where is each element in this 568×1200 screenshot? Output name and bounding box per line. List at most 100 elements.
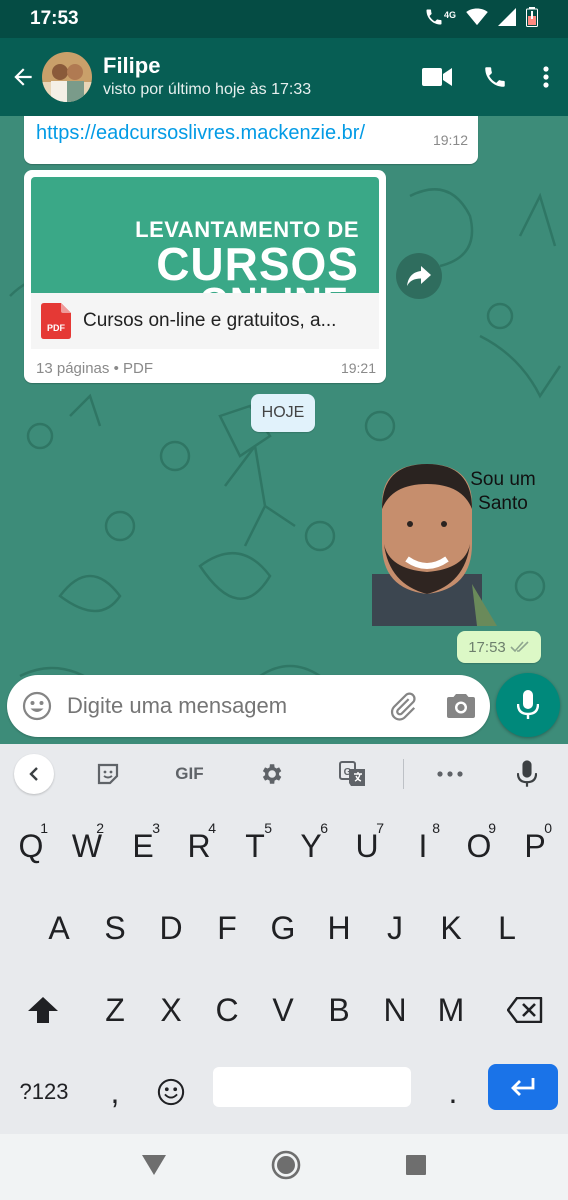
key[interactable]: R4 xyxy=(172,810,226,882)
period-key[interactable]: . xyxy=(426,1056,480,1128)
document-name: Cursos on-line e gratuitos, a... xyxy=(83,310,337,331)
back-button[interactable] xyxy=(4,38,42,116)
keyboard: Q1 W2 E3 R4 T5 Y6 U7 I8 O9 P0 A S D F G … xyxy=(0,804,568,1134)
pdf-file-icon: PDF xyxy=(41,303,71,339)
phone-icon xyxy=(485,67,505,87)
signal-icon xyxy=(498,7,516,31)
key[interactable]: E3 xyxy=(116,810,170,882)
battery-icon xyxy=(526,6,538,32)
nav-back-button[interactable] xyxy=(141,1154,167,1181)
chat-area[interactable]: https://eadcursoslivres.mackenzie.br/ 19… xyxy=(0,116,568,744)
nav-recents-button[interactable] xyxy=(405,1154,427,1181)
contact-name: Filipe xyxy=(103,53,161,78)
key[interactable]: X xyxy=(144,974,198,1046)
key[interactable]: W2 xyxy=(60,810,114,882)
message-link[interactable]: https://eadcursoslivres.mackenzie.br/ xyxy=(36,122,365,145)
preview-title-line3: ONLINE xyxy=(199,281,349,293)
contact-avatar[interactable] xyxy=(42,52,92,102)
key[interactable]: C xyxy=(200,974,254,1046)
sticker-caption: Sou um Santo xyxy=(460,468,546,516)
key[interactable]: Q1 xyxy=(4,810,58,882)
call-status-icon xyxy=(424,7,444,32)
key[interactable]: O9 xyxy=(452,810,506,882)
more-horizontal-icon xyxy=(437,771,463,777)
document-message[interactable]: LEVANTAMENTO DE CURSOS ONLINE PDF Cursos… xyxy=(24,170,386,383)
key-row-2: A S D F G H J K L xyxy=(0,892,568,974)
shift-icon xyxy=(28,997,58,1023)
key[interactable]: V xyxy=(256,974,310,1046)
gear-icon xyxy=(262,764,281,784)
sticker-caption-line2: Santo xyxy=(478,493,528,514)
link-message[interactable]: https://eadcursoslivres.mackenzie.br/ 19… xyxy=(24,116,478,164)
message-time: 19:21 xyxy=(340,360,376,376)
key-row-1: Q1 W2 E3 R4 T5 Y6 U7 I8 O9 P0 xyxy=(0,810,568,892)
key[interactable]: T5 xyxy=(228,810,282,882)
nav-home-button[interactable] xyxy=(270,1149,302,1186)
contact-info[interactable]: Filipe visto por último hoje às 17:33 xyxy=(103,53,311,101)
more-vertical-icon xyxy=(543,66,549,88)
backspace-key[interactable] xyxy=(486,974,564,1046)
key[interactable]: N xyxy=(368,974,422,1046)
triangle-back-icon xyxy=(142,1154,167,1175)
key[interactable]: M xyxy=(424,974,478,1046)
video-call-button[interactable] xyxy=(408,38,466,116)
shift-key[interactable] xyxy=(4,974,82,1046)
outgoing-message-status: 17:53 xyxy=(457,631,541,663)
key-row-3: Z X C V B N M xyxy=(0,974,568,1056)
svg-text:G: G xyxy=(344,767,352,778)
more-tools-button[interactable] xyxy=(413,744,486,804)
key[interactable]: S xyxy=(88,892,142,964)
forward-button[interactable] xyxy=(396,253,442,299)
space-key[interactable] xyxy=(213,1067,411,1107)
key-row-4: ?123 , . xyxy=(0,1056,568,1138)
key[interactable]: H xyxy=(312,892,366,964)
key[interactable]: F xyxy=(200,892,254,964)
paperclip-icon xyxy=(390,692,416,721)
key[interactable]: Z xyxy=(88,974,142,1046)
key[interactable]: I8 xyxy=(396,810,450,882)
sticker-icon xyxy=(98,763,119,785)
translate-button[interactable]: G xyxy=(311,744,392,804)
voice-call-button[interactable] xyxy=(466,38,524,116)
key[interactable]: K xyxy=(424,892,478,964)
emoji-key[interactable] xyxy=(144,1056,198,1128)
message-input[interactable] xyxy=(67,693,374,719)
chevron-left-icon xyxy=(29,767,38,781)
gif-button[interactable]: GIF xyxy=(149,744,230,804)
key[interactable]: L xyxy=(480,892,534,964)
key[interactable]: B xyxy=(312,974,366,1046)
message-time: 17:53 xyxy=(468,638,506,656)
attach-button[interactable] xyxy=(374,675,432,737)
key[interactable]: Y6 xyxy=(284,810,338,882)
emoji-button[interactable] xyxy=(7,675,67,737)
wifi-icon xyxy=(466,7,488,31)
key[interactable]: D xyxy=(144,892,198,964)
home-circle-icon xyxy=(271,1150,301,1179)
sticker-caption-line1: Sou um xyxy=(470,469,536,490)
document-file-row[interactable]: PDF Cursos on-line e gratuitos, a... xyxy=(31,293,379,349)
enter-key[interactable] xyxy=(488,1064,558,1110)
key[interactable]: U7 xyxy=(340,810,394,882)
message-time: 19:12 xyxy=(432,132,468,148)
camera-button[interactable] xyxy=(432,675,490,737)
key[interactable]: G xyxy=(256,892,310,964)
key[interactable]: P0 xyxy=(508,810,562,882)
voice-typing-button[interactable] xyxy=(487,744,568,804)
camera-icon xyxy=(447,694,475,718)
more-options-button[interactable] xyxy=(524,38,568,116)
symbols-key[interactable]: ?123 xyxy=(4,1056,84,1128)
keyboard-settings-button[interactable] xyxy=(230,744,311,804)
comma-key[interactable]: , xyxy=(88,1056,142,1128)
keyboard-collapse-button[interactable] xyxy=(14,754,54,794)
chat-header: Filipe visto por último hoje às 17:33 xyxy=(0,38,568,116)
enter-icon xyxy=(511,1078,535,1096)
toolbar-divider xyxy=(402,759,404,789)
sticker-keyboard-button[interactable] xyxy=(68,744,149,804)
network-type-label: 4G xyxy=(443,10,456,20)
voice-message-button[interactable] xyxy=(496,673,560,737)
document-preview[interactable]: LEVANTAMENTO DE CURSOS ONLINE xyxy=(31,177,379,293)
translate-icon: G xyxy=(338,761,365,786)
key[interactable]: A xyxy=(32,892,86,964)
key[interactable]: J xyxy=(368,892,422,964)
system-nav-bar xyxy=(0,1134,568,1200)
